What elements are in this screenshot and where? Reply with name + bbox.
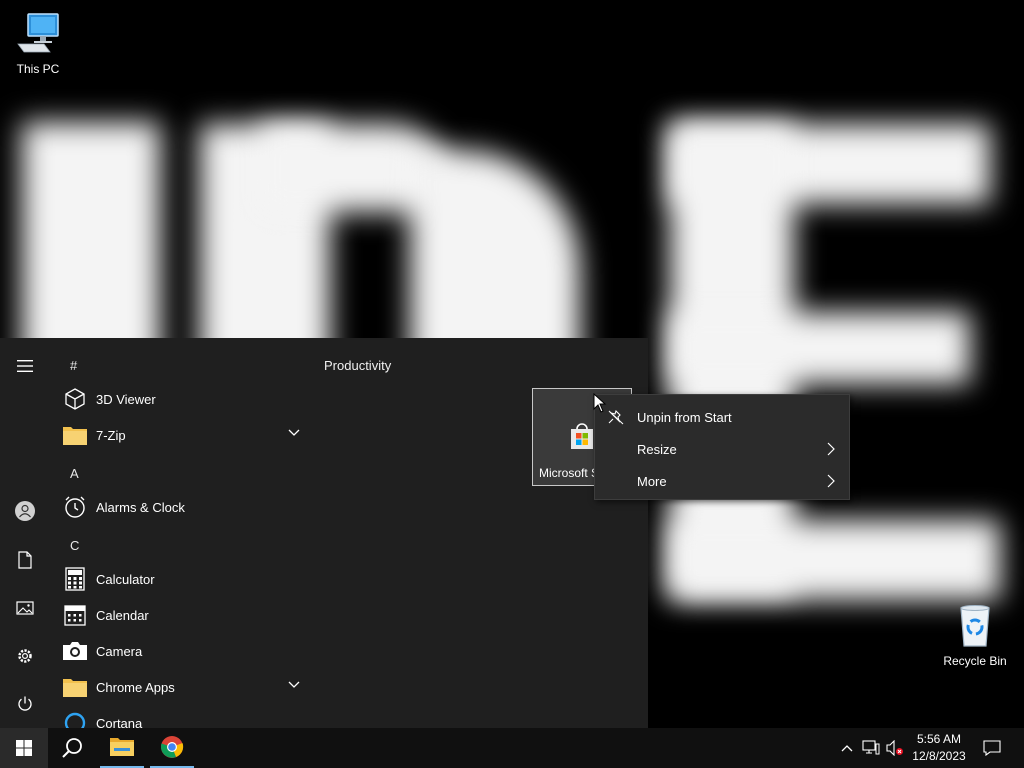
clock-time: 5:56 AM <box>916 732 962 746</box>
list-item-calendar[interactable]: Calendar <box>62 597 310 633</box>
volume-tray-button[interactable] <box>884 728 906 768</box>
app-label: Calendar <box>96 607 149 623</box>
start-rail <box>0 338 50 728</box>
start-menu: # 3D Viewer 7-Zip A Alarms & Clock C Cal… <box>0 338 648 728</box>
app-list: # 3D Viewer 7-Zip A Alarms & Clock C Cal… <box>50 338 312 728</box>
list-item-camera[interactable]: Camera <box>62 633 310 669</box>
search-button[interactable] <box>48 728 96 768</box>
chevron-down-icon[interactable] <box>288 429 300 437</box>
unpin-icon <box>608 409 624 425</box>
clock-date: 12/8/2023 <box>912 749 966 763</box>
mouse-cursor-icon <box>593 393 607 413</box>
list-item-calculator[interactable]: Calculator <box>62 561 310 597</box>
network-icon <box>862 740 880 755</box>
context-menu: Unpin from Start Resize More <box>594 394 850 500</box>
windows-logo-icon <box>16 740 32 756</box>
calendar-icon <box>62 602 88 628</box>
cube-icon <box>62 386 88 412</box>
action-center-button[interactable] <box>978 728 1006 768</box>
list-item-alarms-clock[interactable]: Alarms & Clock <box>62 489 310 525</box>
list-item-7-zip[interactable]: 7-Zip <box>62 417 310 453</box>
chevron-right-icon <box>827 474 835 488</box>
pictures-icon <box>16 601 34 615</box>
show-hidden-icons-button[interactable] <box>836 728 858 768</box>
user-icon <box>15 501 35 521</box>
settings-button[interactable] <box>0 634 50 678</box>
app-label: Cortana <box>96 715 143 729</box>
taskbar-clock[interactable]: 5:56 AM 12/8/2023 <box>906 731 972 765</box>
pictures-button[interactable] <box>0 586 50 630</box>
cortana-icon <box>62 710 88 728</box>
hamburger-icon <box>17 360 33 372</box>
context-item-resize[interactable]: Resize <box>595 433 849 465</box>
file-explorer-icon <box>110 738 134 756</box>
power-button[interactable] <box>0 682 50 726</box>
desktop-icon-recycle-bin[interactable]: Recycle Bin <box>937 602 1013 668</box>
camera-icon <box>62 638 88 664</box>
chevron-up-icon <box>841 745 853 752</box>
tile-group-title[interactable]: Productivity <box>324 358 391 373</box>
folder-icon <box>62 422 88 448</box>
chrome-button[interactable] <box>150 728 194 768</box>
app-label: Alarms & Clock <box>96 499 185 515</box>
list-item-chrome-apps[interactable]: Chrome Apps <box>62 669 310 705</box>
documents-button[interactable] <box>0 538 50 582</box>
app-label: Chrome Apps <box>96 679 175 695</box>
taskbar: 5:56 AM 12/8/2023 <box>0 728 1024 768</box>
calculator-icon <box>62 566 88 592</box>
computer-icon <box>14 10 62 58</box>
account-button[interactable] <box>0 489 50 533</box>
list-header-a[interactable]: A <box>70 466 79 481</box>
context-item-more[interactable]: More <box>595 465 849 497</box>
power-icon <box>18 696 32 711</box>
clock-icon <box>62 494 88 520</box>
list-header-c[interactable]: C <box>70 538 79 553</box>
app-label: 3D Viewer <box>96 391 156 407</box>
list-item-3d-viewer[interactable]: 3D Viewer <box>62 381 310 417</box>
chrome-icon <box>161 736 184 758</box>
list-item-cortana[interactable]: Cortana <box>62 705 310 728</box>
context-item-label: More <box>637 473 667 489</box>
context-item-label: Resize <box>637 441 677 457</box>
store-icon <box>571 423 593 449</box>
desktop-icon-label: This PC <box>16 62 60 76</box>
file-explorer-button[interactable] <box>100 728 144 768</box>
app-label: Calculator <box>96 571 155 587</box>
gear-icon <box>18 649 32 663</box>
recycle-bin-icon <box>951 602 999 650</box>
chevron-down-icon[interactable] <box>288 681 300 689</box>
context-item-label: Unpin from Start <box>637 409 732 425</box>
expand-menu-button[interactable] <box>0 344 50 388</box>
desktop-icon-label: Recycle Bin <box>943 654 1007 668</box>
list-header-hash[interactable]: # <box>70 358 77 373</box>
app-label: Camera <box>96 643 143 659</box>
notification-icon <box>983 740 1001 756</box>
start-button[interactable] <box>0 728 48 768</box>
desktop-icon-this-pc[interactable]: This PC <box>0 10 76 76</box>
document-icon <box>18 551 32 569</box>
network-tray-button[interactable] <box>860 728 882 768</box>
search-icon <box>62 738 82 758</box>
chevron-right-icon <box>827 442 835 456</box>
volume-muted-icon <box>886 740 903 756</box>
app-label: 7-Zip <box>96 427 126 443</box>
folder-icon <box>62 674 88 700</box>
context-item-unpin[interactable]: Unpin from Start <box>595 401 849 433</box>
